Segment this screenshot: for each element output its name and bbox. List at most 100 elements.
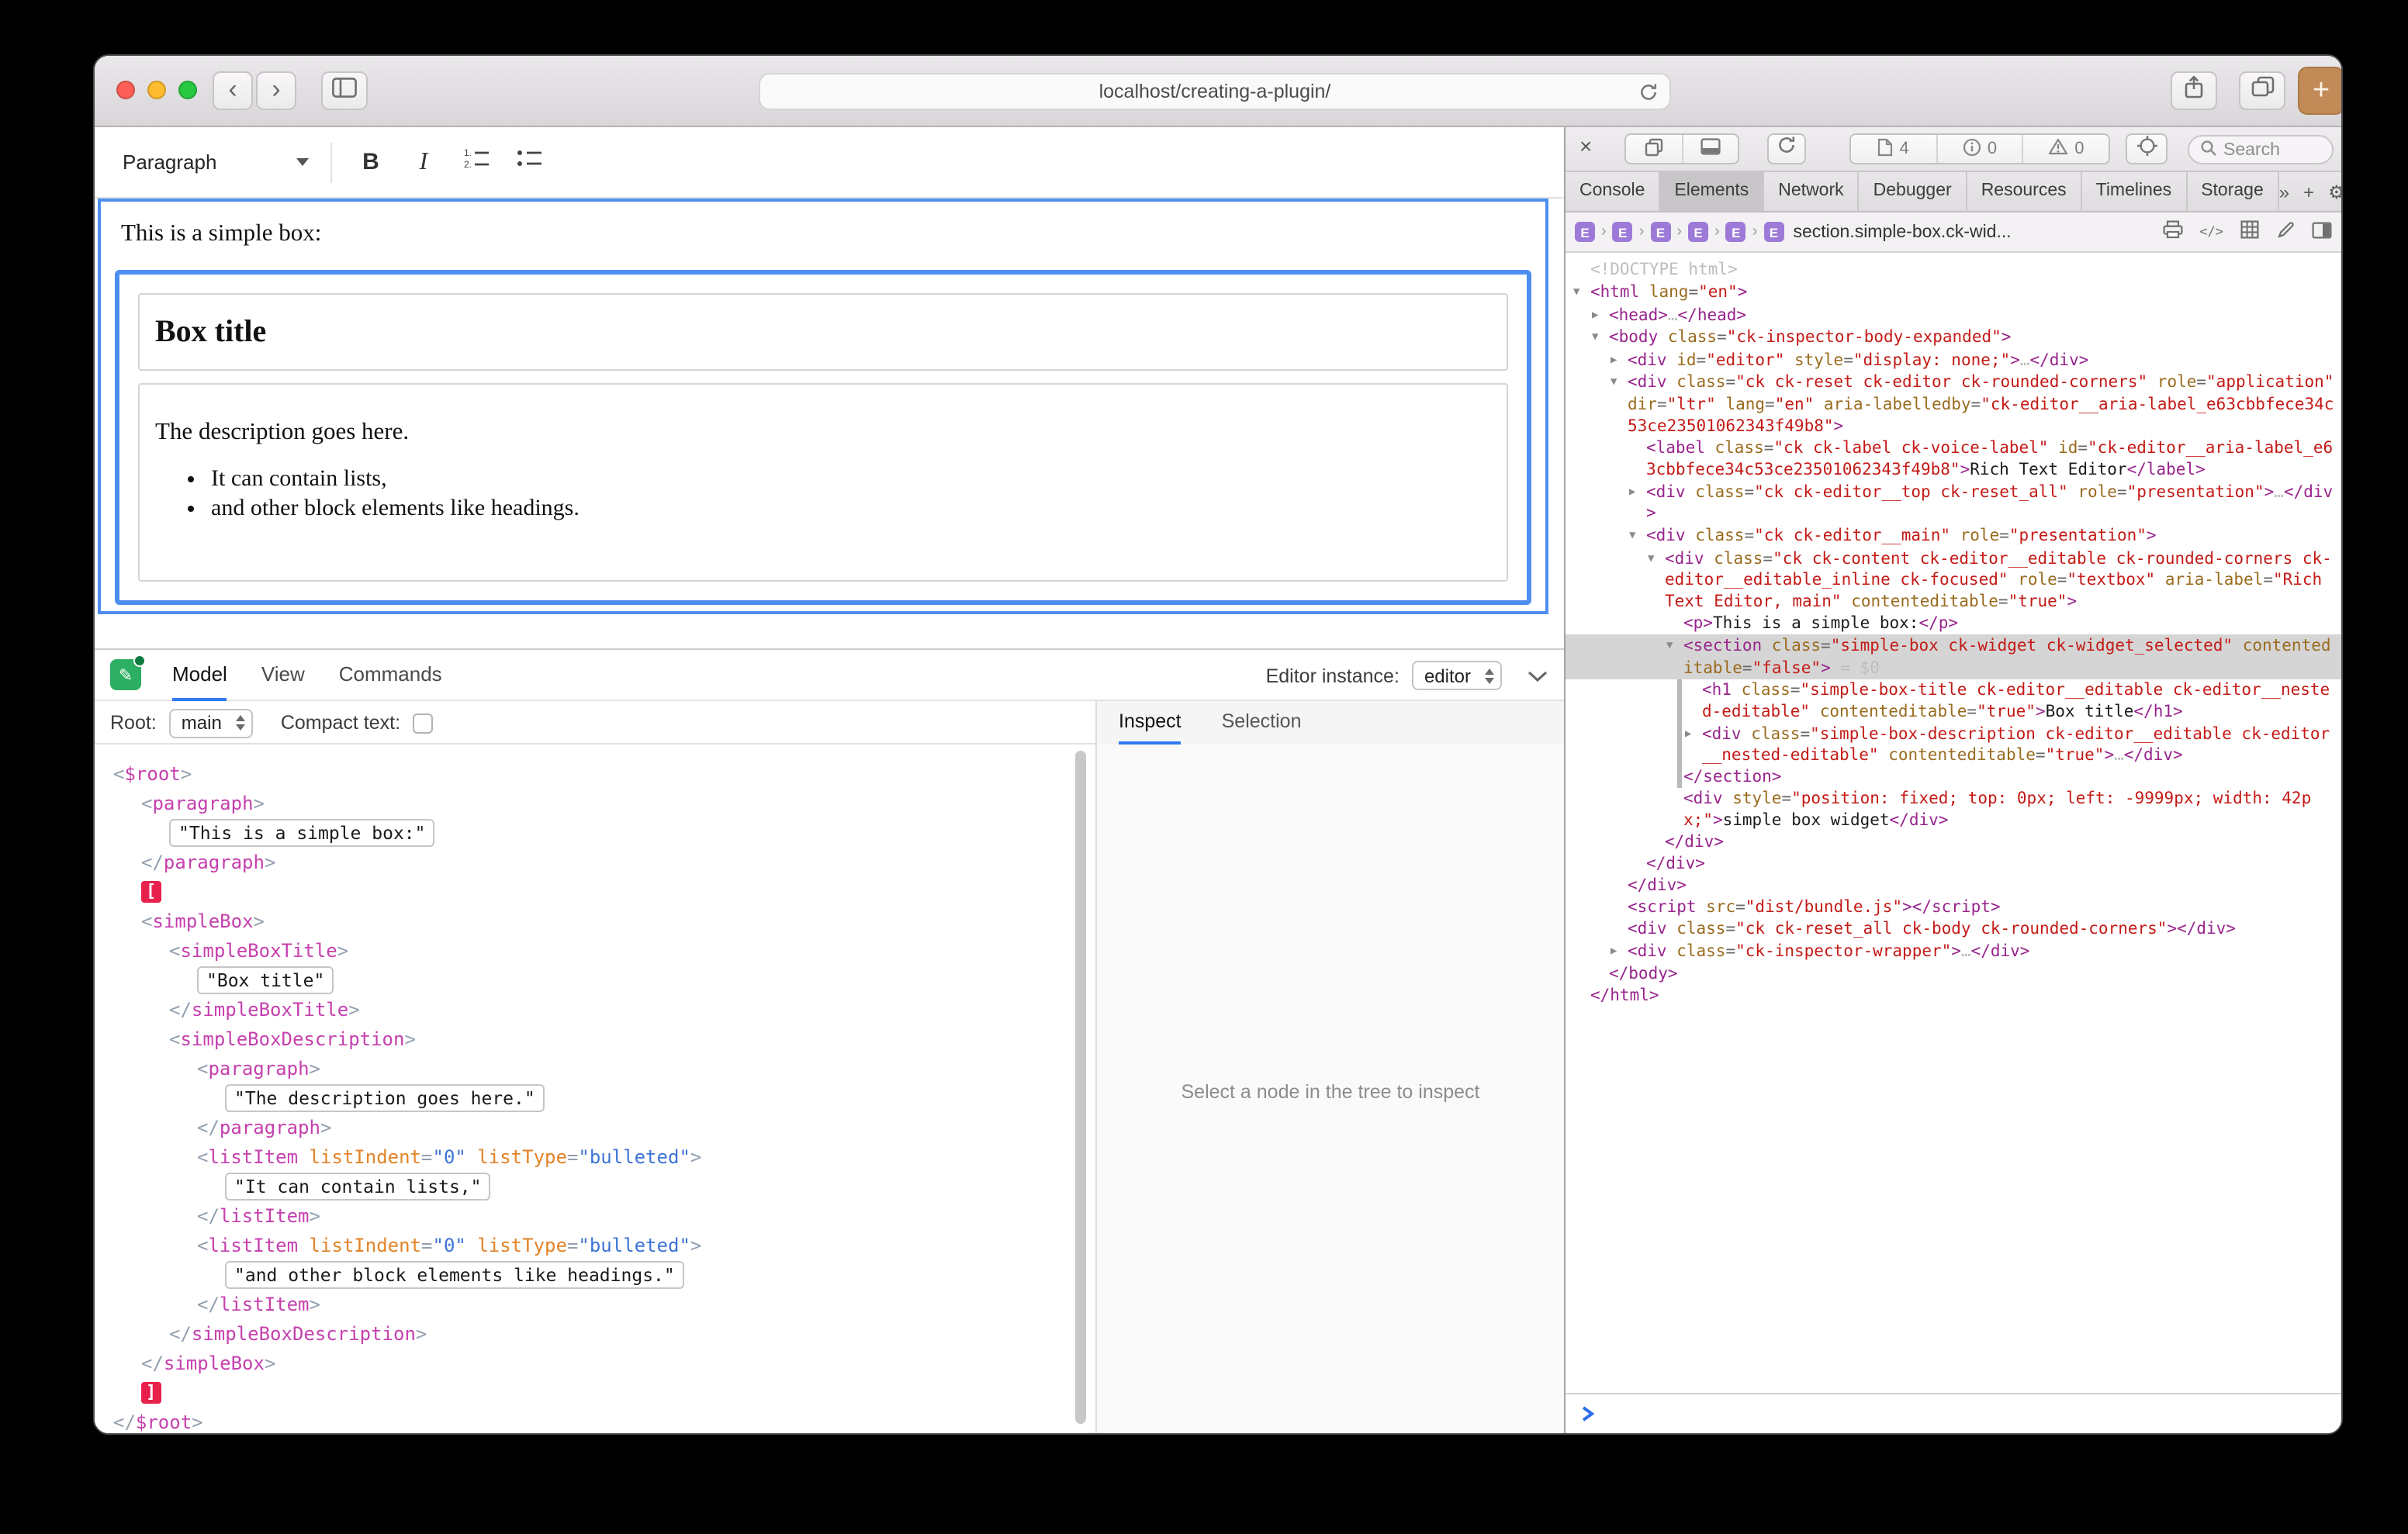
devtools-tab-network[interactable]: Network xyxy=(1764,172,1859,211)
expand-arrow-icon[interactable]: ▶ xyxy=(1592,303,1609,325)
dom-tree-node[interactable]: <script src="dist/bundle.js"></script> xyxy=(1566,897,2343,918)
dom-tree-node[interactable]: </div> xyxy=(1566,853,2343,875)
dom-tree-node[interactable]: ▼<div class="ck ck-editor__main" role="p… xyxy=(1566,524,2343,547)
reload-icon[interactable] xyxy=(1638,82,1659,110)
sidebar-toggle-button[interactable] xyxy=(321,71,368,110)
collapse-arrow-icon[interactable]: ▼ xyxy=(1611,371,1628,392)
dom-tree-node[interactable]: </section> xyxy=(1566,766,2343,788)
model-tree-node[interactable]: </paragraph> xyxy=(95,1114,1095,1143)
element-badge-icon[interactable]: E xyxy=(1763,222,1784,242)
model-tree-node[interactable]: </simpleBox> xyxy=(95,1349,1095,1379)
model-tree-node[interactable]: </simpleBoxTitle> xyxy=(95,996,1095,1025)
dom-tree-node[interactable]: ▼<div class="ck ck-content ck-editor__ed… xyxy=(1566,547,2343,613)
expand-arrow-icon[interactable]: ▶ xyxy=(1611,348,1628,370)
model-tree-node[interactable]: "Box title" xyxy=(95,966,1095,996)
model-tree-node[interactable]: <paragraph> xyxy=(95,1055,1095,1084)
pane-tab-inspect[interactable]: Inspect xyxy=(1119,701,1182,745)
close-window-button[interactable] xyxy=(116,81,135,99)
pane-tab-selection[interactable]: Selection xyxy=(1222,701,1302,745)
devtools-tab-timelines[interactable]: Timelines xyxy=(2082,172,2188,211)
selected-node-breadcrumb[interactable]: section.simple-box.ck-wid... xyxy=(1793,223,2011,241)
devtools-tab-storage[interactable]: Storage xyxy=(2187,172,2279,211)
model-tree-node[interactable]: <$root> xyxy=(95,760,1095,789)
dom-tree-node[interactable]: ▶<div class="simple-box-description ck-e… xyxy=(1566,722,2343,766)
expand-arrow-icon[interactable]: ▶ xyxy=(1611,940,1628,962)
model-tree-node[interactable]: <listItem listIndent="0" listType="bulle… xyxy=(95,1232,1095,1261)
dom-tree-node[interactable]: ▼<body class="ck-inspector-body-expanded… xyxy=(1566,326,2343,348)
description-text[interactable]: The description goes here. xyxy=(155,419,1507,447)
dom-tree-node[interactable]: ▶<div class="ck-inspector-wrapper">…</di… xyxy=(1566,940,2343,962)
tab-overview-button[interactable] xyxy=(2239,71,2285,110)
model-tree-node[interactable]: "This is a simple box:" xyxy=(95,819,1095,848)
dom-tree-node[interactable]: <div style="position: fixed; top: 0px; l… xyxy=(1566,788,2343,831)
grid-icon[interactable] xyxy=(2240,218,2259,246)
add-tab-button[interactable]: + xyxy=(2303,181,2314,202)
dom-tree-node[interactable]: ▼<html lang="en"> xyxy=(1566,281,2343,303)
model-tree-node[interactable]: ] xyxy=(95,1379,1095,1408)
settings-gear-icon[interactable]: ⚙ xyxy=(2328,181,2343,202)
model-tree-node[interactable]: <simpleBox> xyxy=(95,907,1095,937)
rich-text-editor[interactable]: This is a simple box: Box title The desc… xyxy=(98,199,1548,614)
back-button[interactable]: ‹ xyxy=(213,71,253,110)
resource-count-button[interactable]: 4 xyxy=(1851,135,1936,163)
bulleted-list-button[interactable] xyxy=(506,139,552,185)
console-prompt[interactable] xyxy=(1566,1393,2343,1435)
dom-tree-node[interactable]: <!DOCTYPE html> xyxy=(1566,259,2343,281)
collapse-arrow-icon[interactable]: ▼ xyxy=(1666,634,1683,656)
dock-bottom-button[interactable] xyxy=(1681,135,1738,163)
model-tree-node[interactable]: "It can contain lists," xyxy=(95,1173,1095,1202)
compact-text-checkbox[interactable] xyxy=(413,713,433,733)
dom-tree-node[interactable]: <div class="ck ck-reset_all ck-body ck-r… xyxy=(1566,918,2343,940)
warning-count-button[interactable]: 0 xyxy=(2022,135,2109,163)
devtools-tab-debugger[interactable]: Debugger xyxy=(1860,172,1967,211)
dom-tree-node[interactable]: </div> xyxy=(1566,831,2343,853)
collapse-arrow-icon[interactable]: ▼ xyxy=(1648,547,1665,568)
model-tree-node[interactable]: </listItem> xyxy=(95,1202,1095,1232)
close-devtools-button[interactable]: × xyxy=(1579,135,1592,157)
editor-instance-select[interactable]: editor xyxy=(1412,661,1502,690)
dom-tree-node[interactable]: <label class="ck ck-label ck-voice-label… xyxy=(1566,437,2343,480)
editor-list-item[interactable]: and other block elements like headings. xyxy=(211,495,1507,524)
dom-tree-node[interactable]: </body> xyxy=(1566,962,2343,984)
element-badge-icon[interactable]: E xyxy=(1575,222,1595,242)
model-tree-node[interactable]: "and other block elements like headings.… xyxy=(95,1261,1095,1290)
paragraph-style-dropdown[interactable]: Paragraph xyxy=(116,140,321,184)
model-tree-node[interactable]: "The description goes here." xyxy=(95,1084,1095,1114)
pen-icon[interactable] xyxy=(2276,218,2295,246)
bold-button[interactable]: B xyxy=(348,139,394,185)
editor-list-item[interactable]: It can contain lists, xyxy=(211,465,1507,495)
devtools-tab-console[interactable]: Console xyxy=(1566,172,1660,211)
element-badge-icon[interactable]: E xyxy=(1613,222,1633,242)
forward-button[interactable]: › xyxy=(256,71,296,110)
dom-tree-node[interactable]: ▶<div class="ck ck-editor__top ck-reset_… xyxy=(1566,480,2343,524)
element-badge-icon[interactable]: E xyxy=(1688,222,1708,242)
inspector-tab-commands[interactable]: Commands xyxy=(339,650,442,701)
collapse-arrow-icon[interactable]: ▼ xyxy=(1629,524,1646,546)
devtools-tab-resources[interactable]: Resources xyxy=(1967,172,2082,211)
simple-box-description[interactable]: The description goes here. It can contai… xyxy=(138,383,1508,582)
dom-tree-node[interactable]: ▶<div id="editor" style="display: none;"… xyxy=(1566,348,2343,371)
tab-overflow-icon[interactable]: » xyxy=(2279,181,2289,202)
model-tree-node[interactable]: </$root> xyxy=(95,1408,1095,1435)
dom-tree-node[interactable]: ▼<section class="simple-box ck-widget ck… xyxy=(1566,634,2343,679)
expand-arrow-icon[interactable]: ▶ xyxy=(1685,722,1702,744)
simple-box-widget[interactable]: Box title The description goes here. It … xyxy=(115,270,1531,605)
model-tree-node[interactable]: </paragraph> xyxy=(95,848,1095,878)
model-tree-node[interactable]: [ xyxy=(95,878,1095,907)
box-title-text[interactable]: Box title xyxy=(155,295,1507,369)
devtools-tab-elements[interactable]: Elements xyxy=(1660,172,1764,211)
minimize-window-button[interactable] xyxy=(147,81,166,99)
root-select[interactable]: main xyxy=(169,708,253,738)
new-tab-button[interactable]: + xyxy=(2298,67,2343,115)
print-icon[interactable] xyxy=(2162,218,2182,246)
reload-page-button[interactable] xyxy=(1767,133,1806,164)
simple-box-title[interactable]: Box title xyxy=(138,293,1508,371)
dom-tree-node[interactable]: <h1 class="simple-box-title ck-editor__e… xyxy=(1566,679,2343,722)
dom-tree-node[interactable]: ▶<head>…</head> xyxy=(1566,303,2343,326)
dom-tree-node[interactable]: <p>This is a simple box:</p> xyxy=(1566,613,2343,634)
split-view-icon[interactable] xyxy=(2312,218,2332,246)
element-badge-icon[interactable]: E xyxy=(1726,222,1746,242)
element-badge-icon[interactable]: E xyxy=(1650,222,1670,242)
collapse-arrow-icon[interactable]: ▼ xyxy=(1573,281,1590,302)
collapse-inspector-button[interactable] xyxy=(1527,669,1548,682)
